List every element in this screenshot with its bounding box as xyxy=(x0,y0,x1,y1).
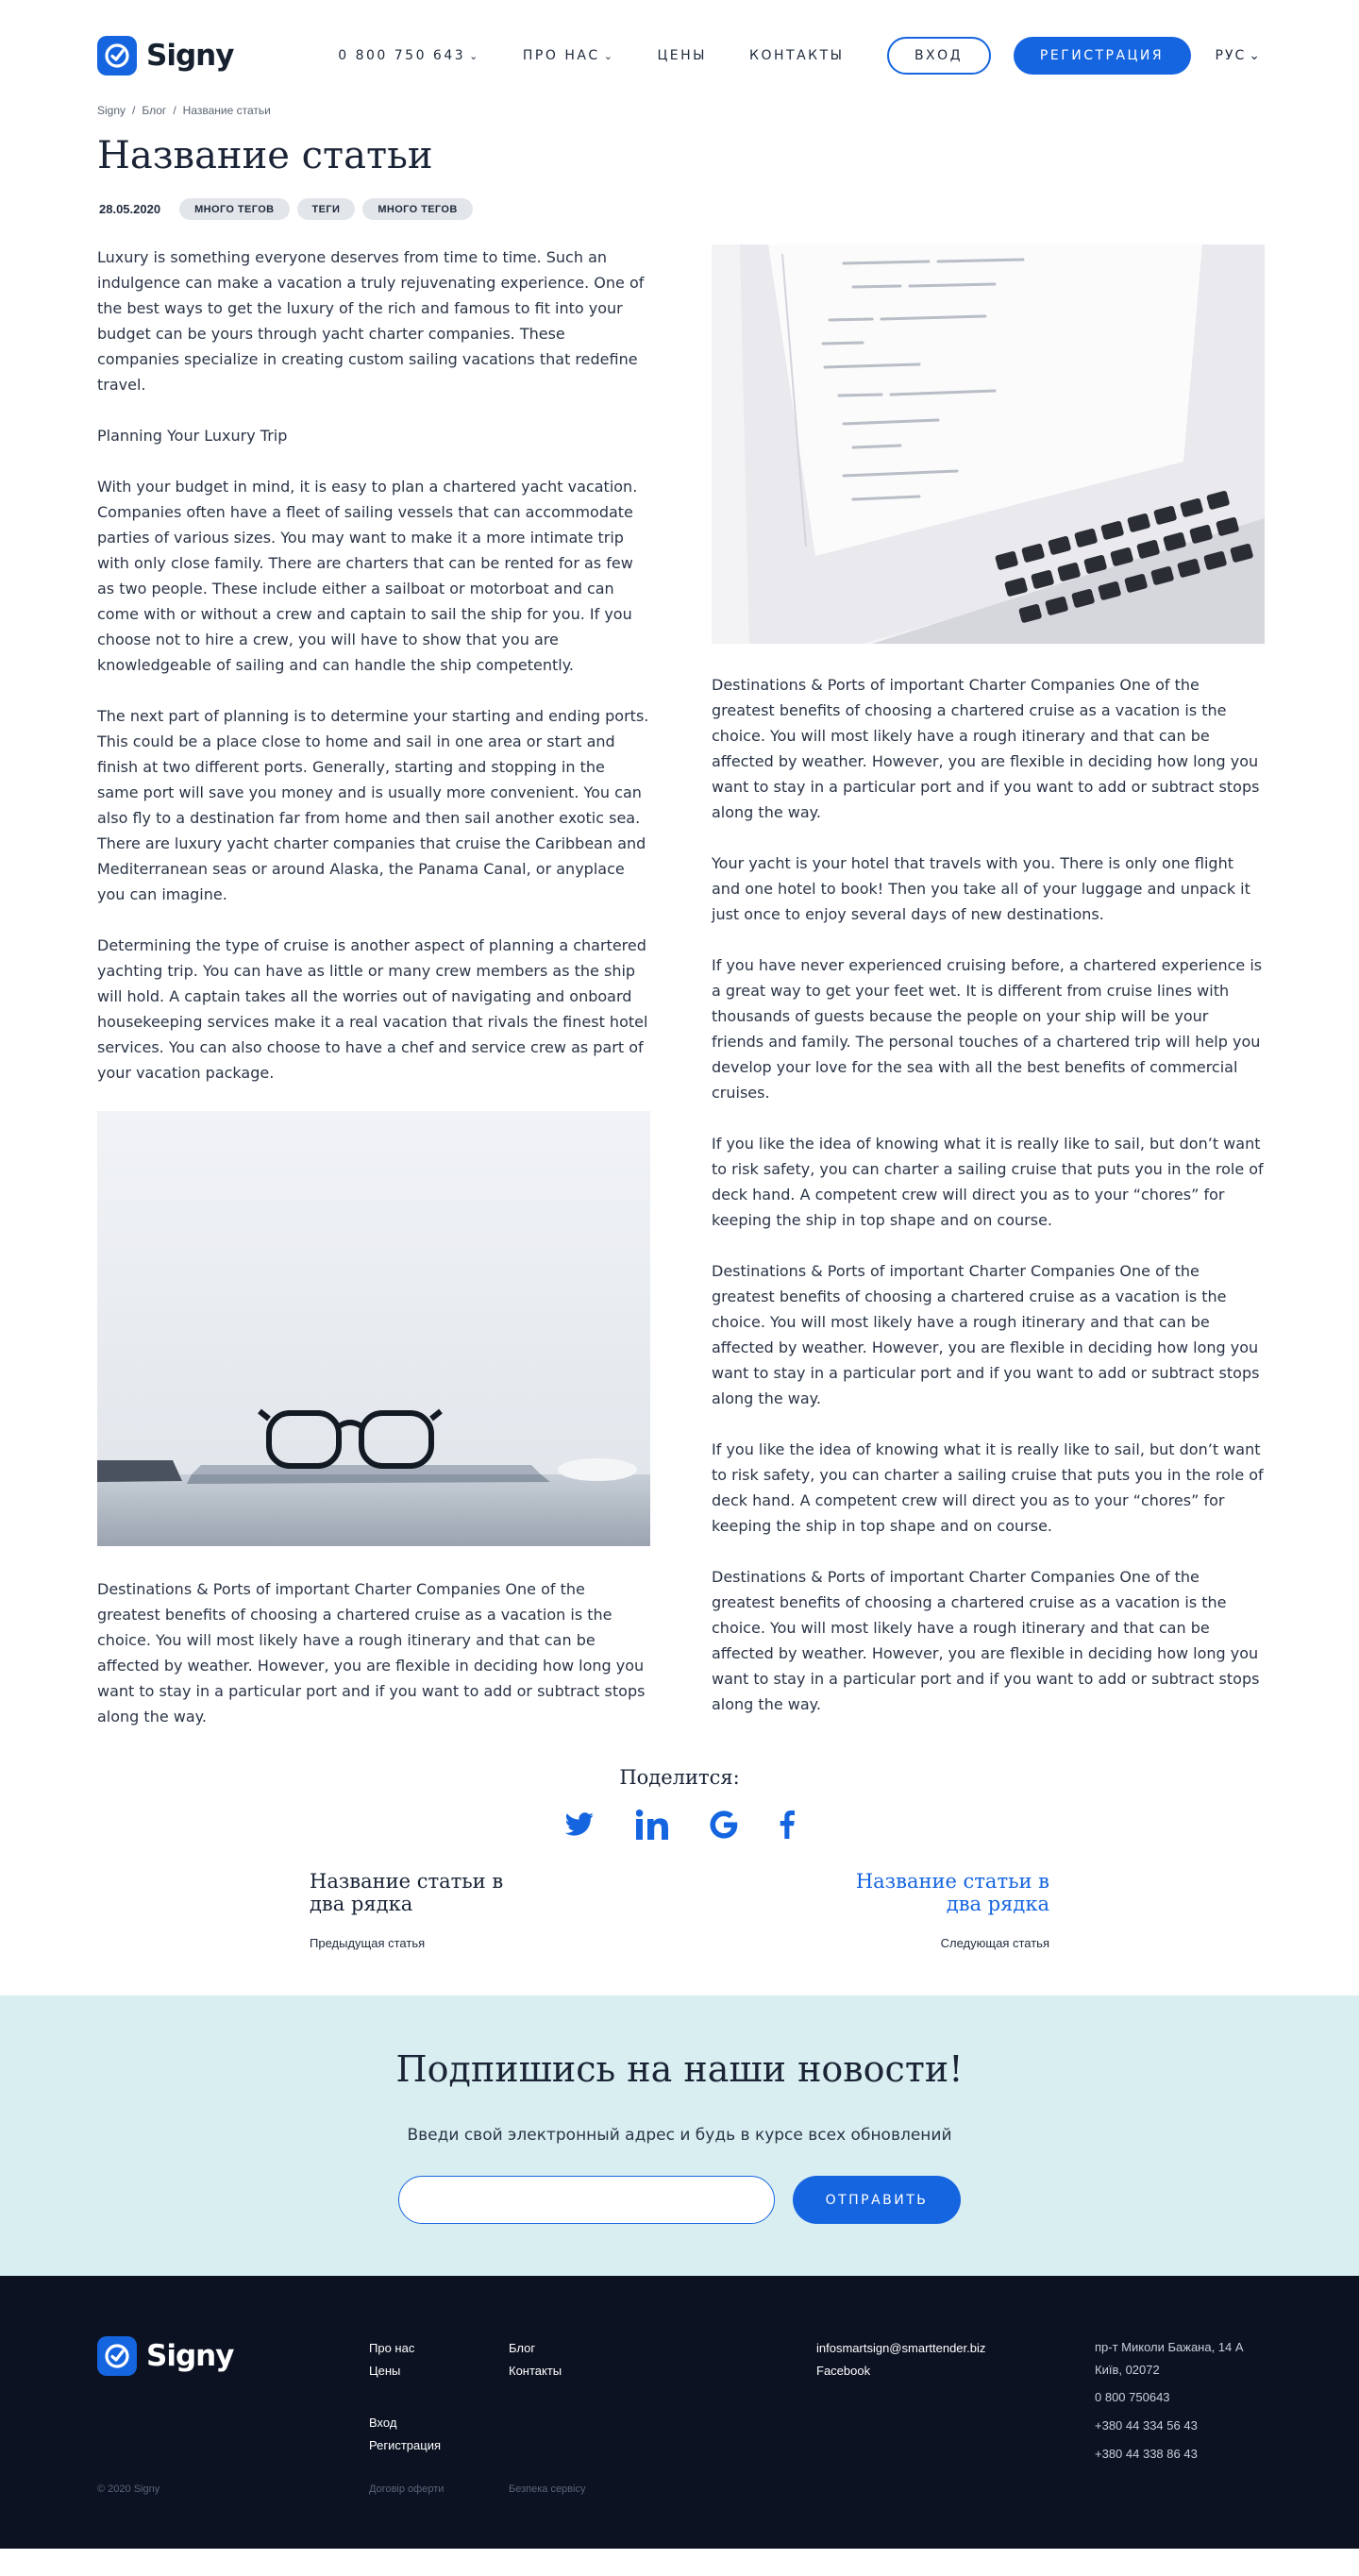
post-navigation: Название статьи в два рядка Предыдущая с… xyxy=(0,1870,1359,1950)
share-section: Поделится: Название статьи в два рядка П… xyxy=(0,1766,1359,1950)
subscribe-section: Подпишись на наши новости! Введи свой эл… xyxy=(0,1995,1359,2276)
article-meta: 28.05.2020 МНОГО ТЕГОВ ТЕГИ МНОГО ТЕГОВ xyxy=(0,198,1359,220)
article-paragraph: Your yacht is your hotel that travels wi… xyxy=(712,854,1250,923)
google-icon[interactable] xyxy=(710,1810,738,1844)
article-paragraph: Destinations & Ports of important Charte… xyxy=(712,1568,1260,1713)
logo-text: Signy xyxy=(146,39,234,73)
footer-link-login[interactable]: Вход xyxy=(369,2416,396,2430)
article-subheading: Planning Your Luxury Trip xyxy=(97,427,288,445)
nav-phone[interactable]: 0 800 750 643 ⌄ xyxy=(338,48,480,63)
chevron-down-icon: ⌄ xyxy=(1249,48,1262,63)
footer-link-blog[interactable]: Блог xyxy=(509,2341,535,2355)
footer-copyright: © 2020 Signy xyxy=(97,2483,160,2495)
chevron-down-icon: ⌄ xyxy=(469,49,480,62)
register-button[interactable]: РЕГИСТРАЦИЯ xyxy=(1013,37,1191,75)
article-paragraph: Destinations & Ports of important Charte… xyxy=(97,1580,646,1726)
subscribe-form: ОТПРАВИТЬ xyxy=(0,2176,1359,2224)
article-date: 28.05.2020 xyxy=(99,202,161,216)
article-paragraph: If you have never experienced cruising b… xyxy=(712,956,1263,1102)
footer-logo-text: Signy xyxy=(146,2339,234,2373)
next-article-label: Следующая статья xyxy=(940,1936,1049,1950)
article-paragraph: If you like the idea of knowing what it … xyxy=(712,1440,1264,1535)
nav-about-label: ПРО НАС xyxy=(522,48,600,63)
footer-email-link[interactable]: infosmartsign@smarttender.biz xyxy=(816,2341,985,2355)
breadcrumb-current: Название статьи xyxy=(182,104,271,117)
submit-button[interactable]: ОТПРАВИТЬ xyxy=(793,2176,961,2224)
nav-contacts[interactable]: КОНТАКТЫ xyxy=(749,48,844,63)
footer-offer-link[interactable]: Договір оферти xyxy=(369,2483,444,2495)
language-selector[interactable]: РУС ⌄ xyxy=(1216,48,1262,63)
nav-about[interactable]: ПРО НАС ⌄ xyxy=(523,48,615,63)
footer-address-line2: Київ, 02072 xyxy=(1095,2363,1160,2377)
glasses-laptop-photo xyxy=(97,1111,650,1546)
article-paragraph: Destinations & Ports of important Charte… xyxy=(712,1262,1260,1407)
language-label: РУС xyxy=(1215,48,1247,63)
footer-link-register[interactable]: Регистрация xyxy=(369,2438,441,2452)
breadcrumb-home[interactable]: Signy xyxy=(97,104,126,117)
facebook-icon[interactable] xyxy=(780,1810,795,1844)
share-title: Поделится: xyxy=(619,1766,740,1789)
subscribe-title: Подпишись на наши новости! xyxy=(395,2048,964,2090)
logo[interactable]: Signy xyxy=(97,36,234,76)
article-paragraph: The next part of planning is to determin… xyxy=(97,707,649,903)
nav-prices[interactable]: ЦЕНЫ xyxy=(657,48,707,63)
next-article-link[interactable]: Название статьи в два рядка Следующая ст… xyxy=(832,1870,1049,1950)
breadcrumb: Signy / Блог / Название статьи xyxy=(97,104,271,117)
twitter-icon[interactable] xyxy=(564,1811,595,1843)
footer-security-link[interactable]: Безпека сервісу xyxy=(509,2483,585,2495)
article-left-column: Luxury is something everyone deserves fr… xyxy=(97,244,650,1755)
footer-phone-3[interactable]: +380 44 338 86 43 xyxy=(1095,2443,1198,2465)
article-paragraph: Destinations & Ports of important Charte… xyxy=(712,676,1260,821)
article-paragraph: Luxury is something everyone deserves fr… xyxy=(97,248,645,394)
site-footer: Signy Про нас Цены Блог Контакты Вход Ре… xyxy=(0,2276,1359,2549)
article-body: Luxury is something everyone deserves fr… xyxy=(0,244,1359,1755)
article-right-column: Destinations & Ports of important Charte… xyxy=(712,244,1265,1755)
footer-address-line1: пр-т Миколи Бажана, 14 А xyxy=(1095,2340,1244,2354)
prev-article-link[interactable]: Название статьи в два рядка Предыдущая с… xyxy=(310,1870,527,1950)
tag-badge[interactable]: МНОГО ТЕГОВ xyxy=(362,198,473,220)
logo-check-icon xyxy=(97,36,137,76)
footer-facebook-link[interactable]: Facebook xyxy=(816,2364,870,2378)
share-icons xyxy=(0,1808,1359,1845)
site-header: Signy 0 800 750 643 ⌄ ПРО НАС ⌄ ЦЕНЫ КОН… xyxy=(0,0,1359,111)
article-paragraph: Determining the type of cruise is anothe… xyxy=(97,936,648,1082)
footer-link-contacts[interactable]: Контакты xyxy=(509,2364,562,2378)
article-paragraph: If you like the idea of knowing what it … xyxy=(712,1135,1264,1229)
page-title: Название статьи xyxy=(97,134,433,177)
main-nav: 0 800 750 643 ⌄ ПРО НАС ⌄ ЦЕНЫ КОНТАКТЫ … xyxy=(338,37,1262,75)
breadcrumb-blog[interactable]: Блог xyxy=(142,104,166,117)
prev-article-label: Предыдущая статья xyxy=(310,1936,426,1950)
subscribe-text: Введи свой электронный адрес и будь в ку… xyxy=(407,2126,952,2145)
tag-badge[interactable]: ТЕГИ xyxy=(296,198,356,220)
footer-phone-1[interactable]: 0 800 750643 xyxy=(1095,2386,1170,2408)
footer-phone-2[interactable]: +380 44 334 56 43 xyxy=(1095,2415,1198,2436)
logo-check-icon xyxy=(97,2336,137,2376)
footer-link-about[interactable]: Про нас xyxy=(369,2341,414,2355)
nav-phone-label: 0 800 750 643 xyxy=(338,48,466,63)
prev-article-title: Название статьи в два рядка xyxy=(310,1870,504,1915)
email-input[interactable] xyxy=(398,2176,775,2224)
article-paragraph: With your budget in mind, it is easy to … xyxy=(97,478,638,674)
login-button[interactable]: ВХОД xyxy=(886,37,991,75)
footer-link-prices[interactable]: Цены xyxy=(369,2364,400,2378)
tag-badge[interactable]: МНОГО ТЕГОВ xyxy=(179,198,290,220)
next-article-title: Название статьи в два рядка xyxy=(855,1870,1049,1915)
linkedin-icon[interactable] xyxy=(635,1809,668,1844)
footer-logo[interactable]: Signy xyxy=(97,2336,234,2376)
laptop-code-photo xyxy=(712,244,1265,644)
chevron-down-icon: ⌄ xyxy=(603,49,615,62)
